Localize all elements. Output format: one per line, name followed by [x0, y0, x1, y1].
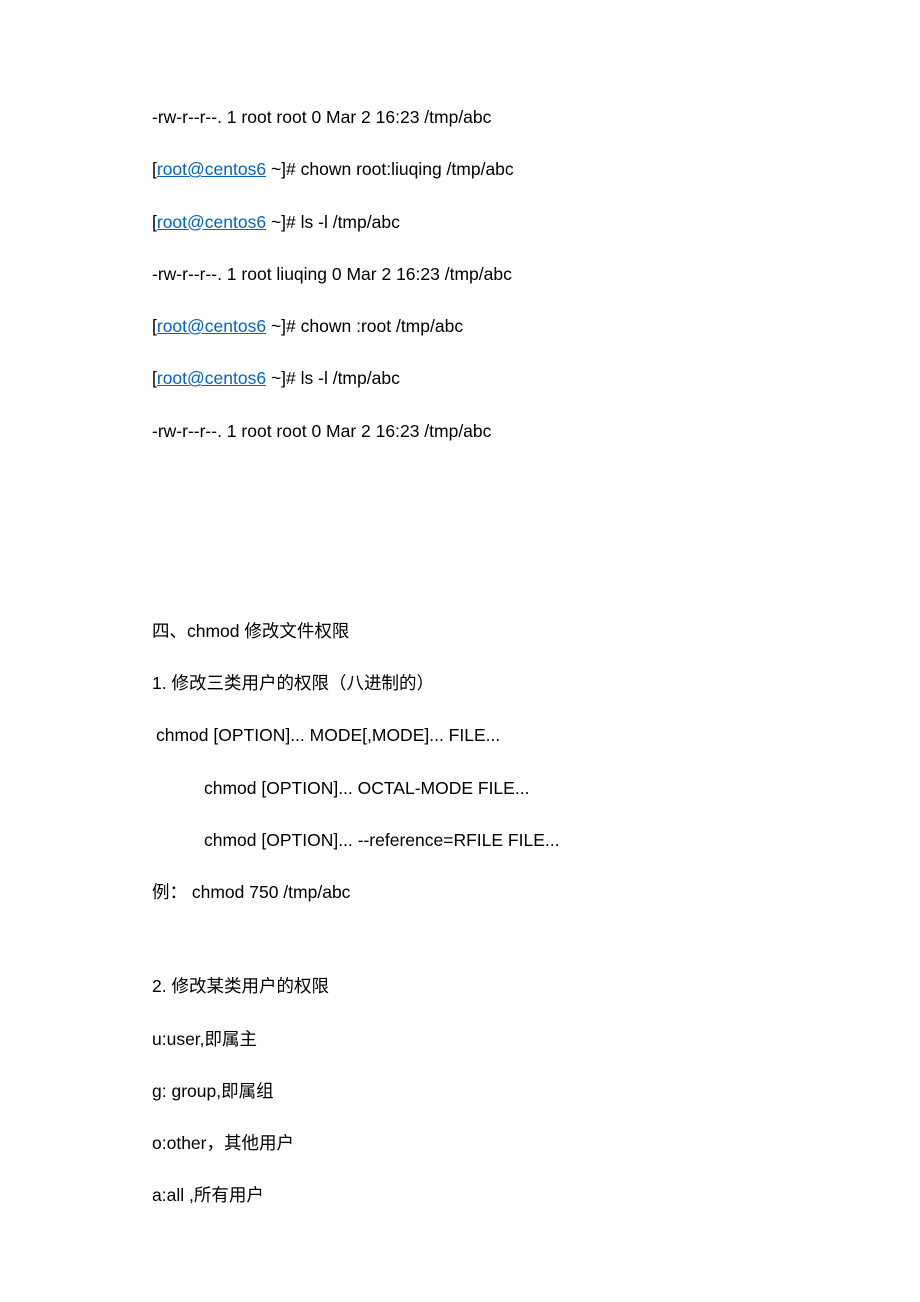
command-text: ~]# ls -l /tmp/abc	[266, 368, 400, 388]
terminal-output-line: -rw-r--r--. 1 root liuqing 0 Mar 2 16:23…	[152, 261, 770, 287]
command-text: ~]# chown :root /tmp/abc	[266, 316, 463, 336]
body-text: 1. 修改三类用户的权限（八进制的）	[152, 670, 770, 696]
user-host-link[interactable]: root@centos6	[157, 368, 266, 388]
body-text: u:user,即属主	[152, 1026, 770, 1052]
example-line: 例： chmod 750 /tmp/abc	[152, 879, 770, 905]
section-gap	[152, 470, 770, 618]
section-heading: 四、chmod 修改文件权限	[152, 618, 770, 644]
syntax-line: chmod [OPTION]... OCTAL-MODE FILE...	[152, 775, 770, 801]
terminal-command-line: [root@centos6 ~]# chown root:liuqing /tm…	[152, 156, 770, 182]
terminal-output-line: -rw-r--r--. 1 root root 0 Mar 2 16:23 /t…	[152, 104, 770, 130]
user-host-link[interactable]: root@centos6	[157, 212, 266, 232]
body-text: a:all ,所有用户	[152, 1182, 770, 1208]
body-text: o:other，其他用户	[152, 1130, 770, 1156]
terminal-command-line: [root@centos6 ~]# chown :root /tmp/abc	[152, 313, 770, 339]
section-gap	[152, 931, 770, 973]
body-text: g: group,即属组	[152, 1078, 770, 1104]
document-page: -rw-r--r--. 1 root root 0 Mar 2 16:23 /t…	[0, 0, 920, 1302]
terminal-command-line: [root@centos6 ~]# ls -l /tmp/abc	[152, 209, 770, 235]
terminal-output-line: -rw-r--r--. 1 root root 0 Mar 2 16:23 /t…	[152, 418, 770, 444]
syntax-line: chmod [OPTION]... MODE[,MODE]... FILE...	[152, 722, 770, 748]
body-text: 2. 修改某类用户的权限	[152, 973, 770, 999]
command-text: ~]# chown root:liuqing /tmp/abc	[266, 159, 514, 179]
command-text: ~]# ls -l /tmp/abc	[266, 212, 400, 232]
syntax-line: chmod [OPTION]... --reference=RFILE FILE…	[152, 827, 770, 853]
terminal-command-line: [root@centos6 ~]# ls -l /tmp/abc	[152, 365, 770, 391]
user-host-link[interactable]: root@centos6	[157, 316, 266, 336]
user-host-link[interactable]: root@centos6	[157, 159, 266, 179]
